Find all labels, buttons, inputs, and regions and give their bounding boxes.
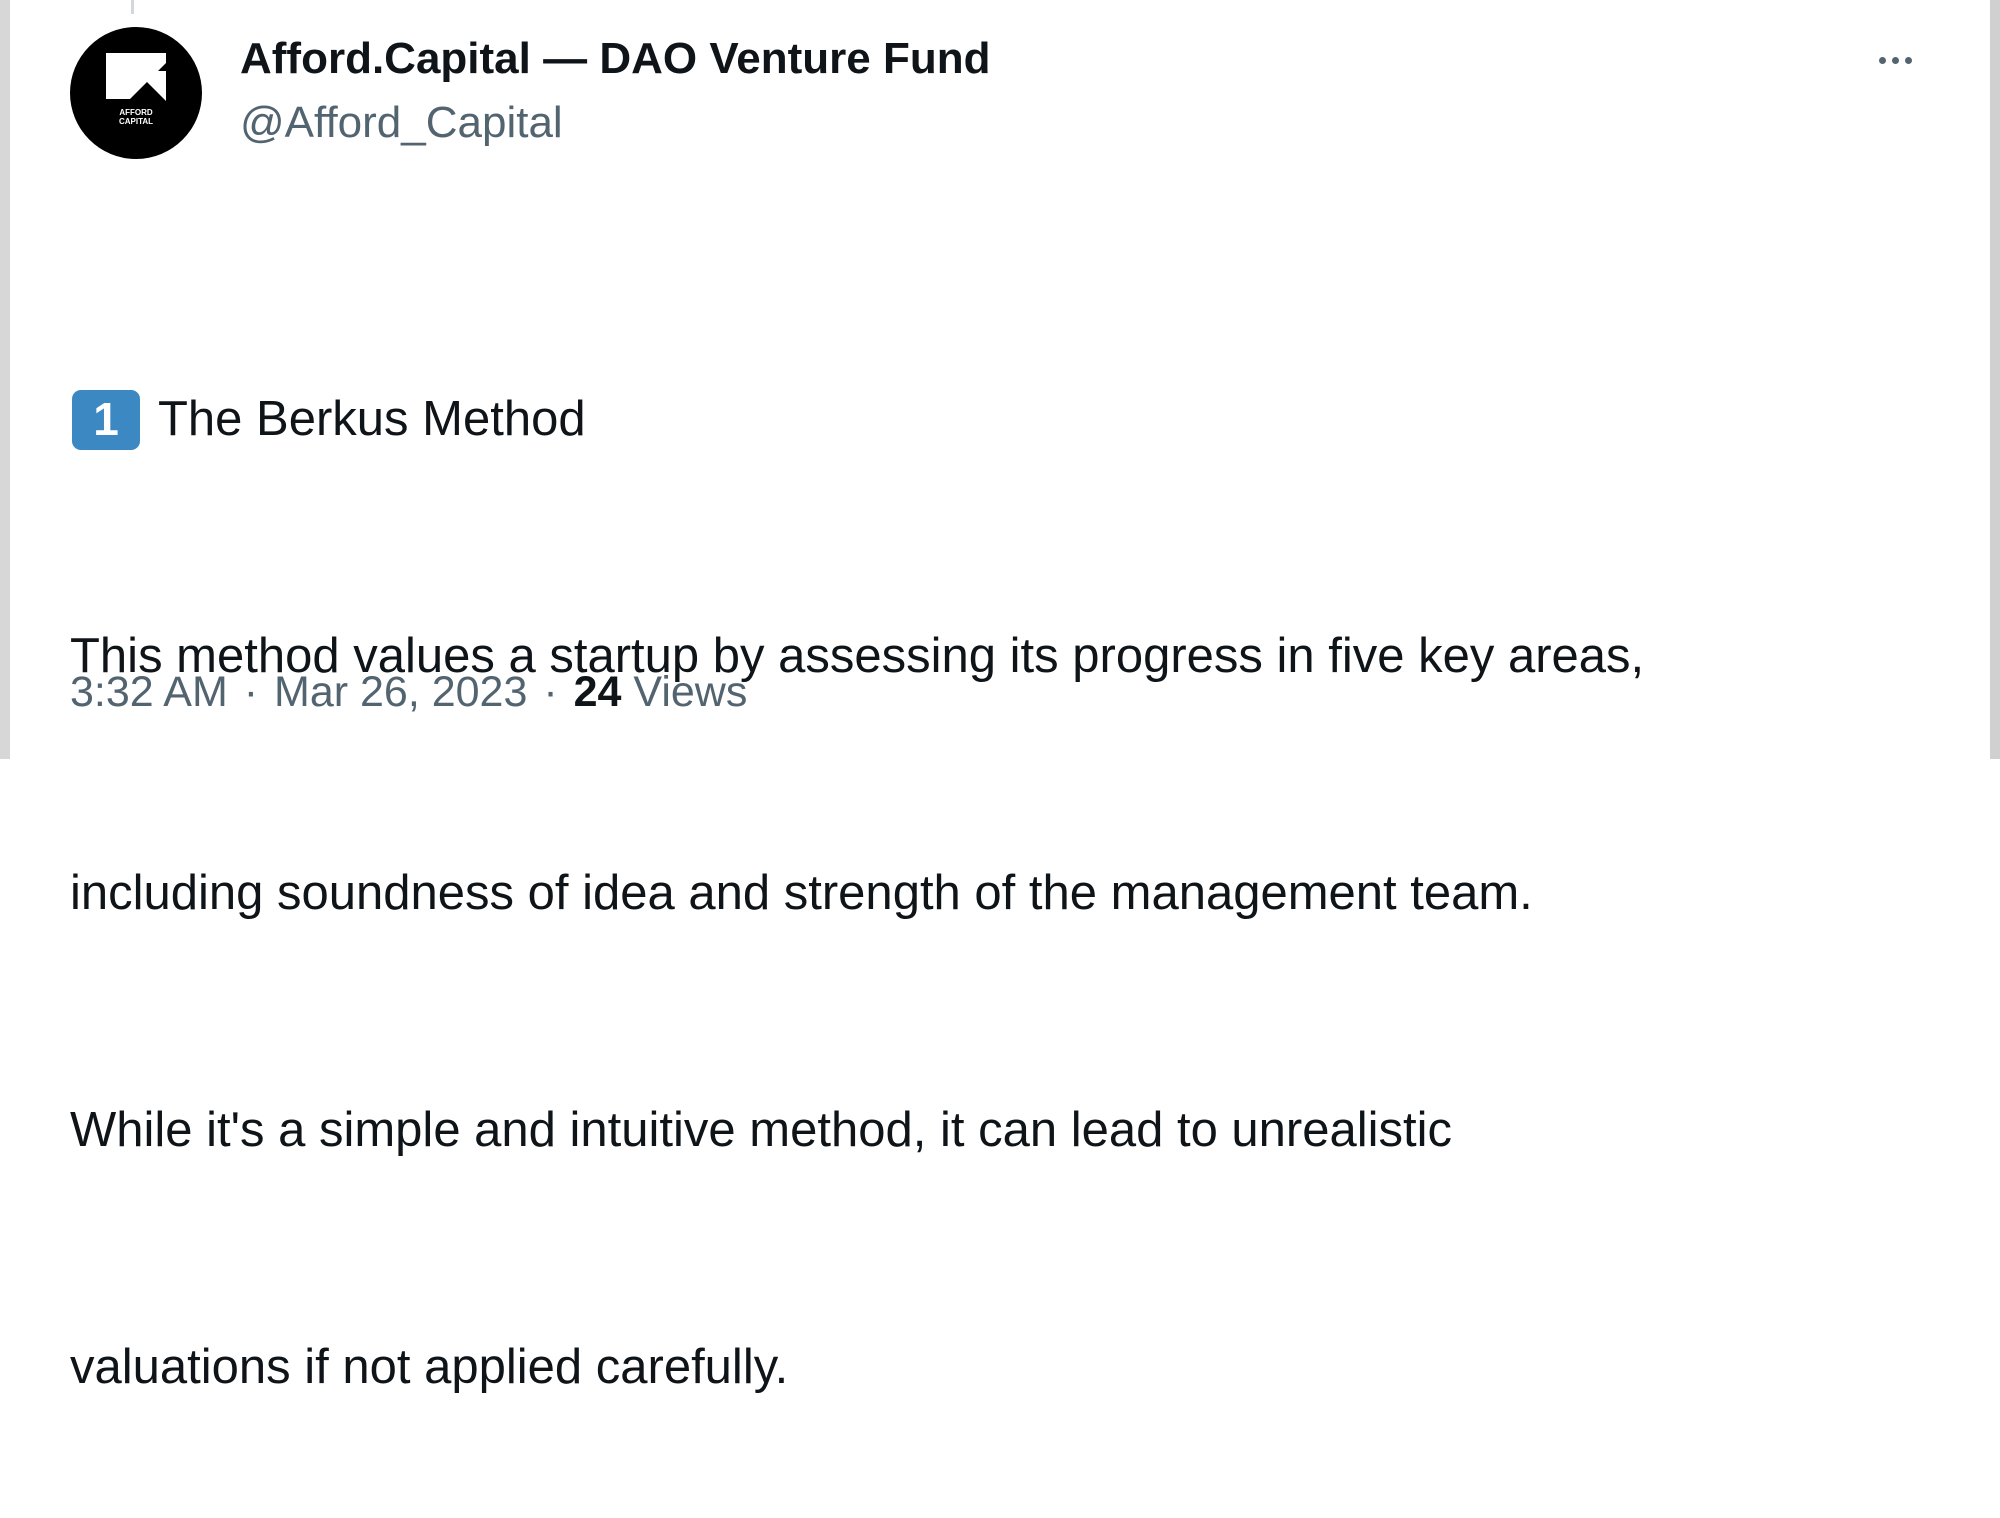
avatar-text-line-2: CAPITAL (119, 117, 153, 126)
avatar[interactable]: AFFORD CAPITAL (70, 27, 202, 159)
author-name[interactable]: Afford.Capital — DAO Venture Fund (240, 34, 990, 84)
meta-separator: · (243, 668, 259, 716)
views-label: Views (633, 668, 748, 716)
afford-capital-logo-icon: AFFORD CAPITAL (106, 53, 166, 126)
more-options-icon-dot (1904, 56, 1912, 64)
tweet-heading: 1 The Berkus Method (70, 380, 1920, 459)
window-right-border (1990, 0, 2000, 759)
keycap-digit-one-icon: 1 (72, 389, 140, 450)
views-count: 24 (573, 668, 622, 716)
more-options-button[interactable] (1860, 40, 1930, 80)
tweet-body-line: including soundness of idea and strength… (70, 866, 1533, 920)
tweet-body-line: While it's a simple and intuitive method… (70, 1103, 1453, 1157)
more-options-icon-dot (1878, 56, 1886, 64)
avatar-text-line-1: AFFORD (119, 108, 153, 117)
tweet-heading-text: The Berkus Method (158, 392, 586, 446)
tweet: AFFORD CAPITAL Afford.Capital — DAO Vent… (70, 0, 1950, 1394)
meta-separator: · (543, 668, 558, 716)
more-options-icon-dot (1891, 56, 1899, 64)
tweet-time[interactable]: 3:32 AM (70, 668, 228, 716)
tweet-body-line: valuations if not applied carefully. (70, 1340, 789, 1394)
tweet-text: 1 The Berkus Method This method values a… (70, 222, 1920, 1518)
tweet-date[interactable]: Mar 26, 2023 (274, 668, 527, 716)
window-left-border (0, 0, 10, 759)
author-handle[interactable]: @Afford_Capital (240, 98, 563, 148)
tweet-meta: 3:32 AM · Mar 26, 2023 · 24 Views (70, 668, 747, 717)
